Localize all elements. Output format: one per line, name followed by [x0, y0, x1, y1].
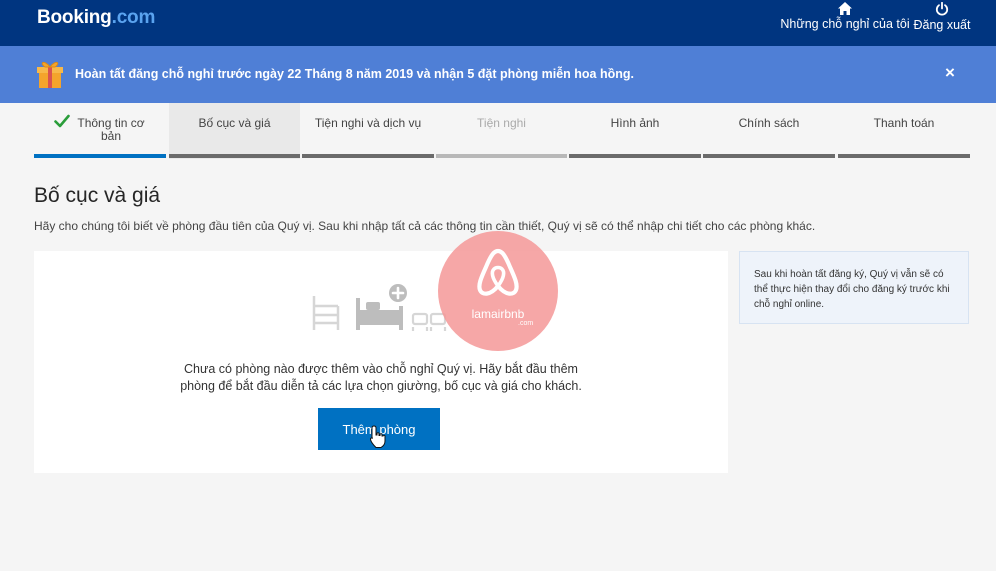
step-photos[interactable]: Hình ảnh — [569, 103, 701, 159]
top-nav-bar: Booking.com Những chỗ nghỉ của tôi Đăng … — [0, 0, 996, 46]
step-policies[interactable]: Chính sách — [703, 103, 835, 159]
info-tip-text: Sau khi hoàn tất đăng ký, Quý vị vẫn sẽ … — [754, 269, 950, 310]
step-progress-bar — [169, 154, 300, 158]
step-facilities-services[interactable]: Tiện nghi và dịch vụ — [302, 103, 434, 159]
power-icon — [935, 2, 949, 16]
step-progress-bar — [569, 154, 701, 158]
step-progress-bar — [34, 154, 166, 158]
step-label: Hình ảnh — [610, 116, 660, 130]
watermark-logo: lamairbnb .com — [438, 231, 558, 351]
step-label: Bố cục và giá — [198, 116, 271, 130]
promo-banner: Hoàn tất đăng chỗ nghỉ trước ngày 22 Thá… — [0, 46, 996, 103]
booking-logo[interactable]: Booking.com — [37, 7, 155, 29]
my-properties-label: Những chỗ nghỉ của tôi — [780, 17, 910, 31]
home-icon — [838, 2, 852, 15]
step-amenities: Tiện nghi — [436, 103, 567, 159]
step-basic-info[interactable]: Thông tin cơ bản — [34, 103, 166, 159]
my-properties-link[interactable]: Những chỗ nghỉ của tôi — [779, 2, 911, 31]
watermark-suffix: .com — [518, 320, 534, 327]
page-title: Bố cục và giá — [34, 184, 161, 207]
close-icon[interactable]: × — [940, 63, 960, 83]
step-progress-bar — [436, 154, 567, 158]
hand-cursor-icon — [370, 425, 386, 448]
watermark-name: lamairbnb — [471, 307, 525, 321]
info-tip-box: Sau khi hoàn tất đăng ký, Quý vị vẫn sẽ … — [739, 251, 969, 324]
step-label: Thanh toán — [873, 116, 935, 130]
step-progress-bar — [838, 154, 970, 158]
step-progress-bar — [302, 154, 434, 158]
beds-illustration-icon — [312, 284, 447, 331]
gift-icon — [37, 61, 63, 88]
step-label: Chính sách — [738, 116, 800, 130]
airbnb-logo-icon — [477, 248, 519, 296]
logo-main-text: Booking — [37, 7, 112, 28]
logout-label: Đăng xuất — [913, 18, 971, 32]
progress-steps: Thông tin cơ bản Bố cục và giá Tiện nghi… — [0, 103, 996, 159]
step-label: Thông tin cơ bản — [77, 116, 145, 143]
empty-state-message: Chưa có phòng nào được thêm vào chỗ nghỉ… — [180, 362, 582, 393]
page-subtitle: Hãy cho chúng tôi biết về phòng đầu tiên… — [34, 219, 816, 233]
step-payment[interactable]: Thanh toán — [838, 103, 970, 159]
logo-suffix-text: com — [116, 7, 156, 28]
promo-message: Hoàn tất đăng chỗ nghỉ trước ngày 22 Thá… — [75, 67, 634, 81]
step-label: Tiện nghi — [477, 116, 526, 130]
step-layout-pricing[interactable]: Bố cục và giá — [169, 103, 300, 159]
step-progress-bar — [703, 154, 835, 158]
logout-link[interactable]: Đăng xuất — [912, 2, 972, 32]
step-label: Tiện nghi và dịch vụ — [314, 116, 422, 130]
